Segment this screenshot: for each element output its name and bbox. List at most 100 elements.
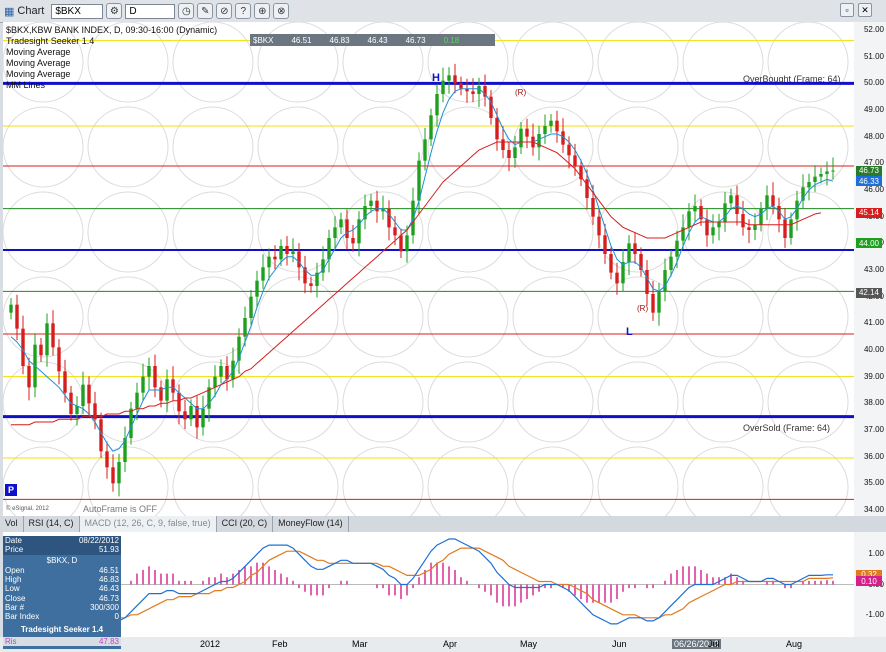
zoom-icon[interactable]: ⊕ — [254, 3, 271, 19]
copyright-label: © eSignal, 2012 — [6, 506, 49, 512]
candle-body — [591, 198, 595, 217]
candle-body — [261, 267, 265, 281]
candle-body — [495, 118, 499, 140]
close-icon[interactable]: ✕ — [858, 3, 872, 17]
time-axis-tick: Jun — [612, 639, 627, 649]
oversold-label: OverSold (Frame: 64) — [743, 423, 831, 433]
draw-pencil-icon[interactable]: ✎ — [197, 3, 214, 19]
reversal-marker-1: (R) — [515, 88, 527, 97]
tab-cci[interactable]: CCI (20, C) — [217, 516, 274, 532]
interval-value: D — [129, 5, 137, 17]
minimize-icon[interactable]: ▫ — [840, 3, 854, 17]
price-badge: 44.00 — [856, 238, 882, 249]
background-circle — [682, 446, 764, 516]
candle-body — [75, 406, 79, 414]
data-window: Date 08/22/2012 Price 51.93 $BKX, D Open 46… — [3, 536, 121, 649]
databox-row-ris: Ris 47.83 — [3, 636, 121, 647]
legend-symbol: $BKX,KBW BANK INDEX, D, 09:30-16:00 (Dyn… — [6, 25, 218, 35]
candle-body — [81, 384, 85, 406]
candle-body — [57, 347, 61, 372]
candle-body — [783, 219, 787, 238]
candle-body — [285, 246, 289, 254]
candle-body — [87, 384, 91, 404]
clock-icon[interactable]: ◷ — [178, 3, 195, 19]
candle-body — [807, 182, 811, 188]
databox-label: Close — [5, 593, 26, 603]
candle-body — [543, 126, 547, 134]
candle-body — [45, 323, 49, 356]
databox-value: 47.83 — [98, 636, 119, 646]
background-circle — [767, 446, 849, 516]
candle-body — [267, 256, 271, 268]
candle-body — [729, 195, 733, 204]
window-title-text: Chart — [17, 5, 45, 17]
candle-body — [789, 219, 793, 238]
candle-body — [771, 195, 775, 206]
background-circle — [3, 191, 84, 273]
price-chart-panel[interactable]: $BKX,KBW BANK INDEX, D, 09:30-16:00 (Dyn… — [3, 22, 854, 516]
price-axis-tick: 37.00 — [863, 425, 884, 434]
interval-select[interactable]: D — [125, 3, 176, 19]
candle-body — [219, 366, 223, 377]
databox-value: 46.73 — [98, 593, 119, 603]
databox-value: 51.93 — [98, 545, 119, 555]
candle-body — [231, 360, 235, 380]
background-circle — [342, 446, 424, 516]
chart-legend: $BKX,KBW BANK INDEX, D, 09:30-16:00 (Dyn… — [6, 25, 217, 91]
candle-body — [669, 256, 673, 270]
macd-panel[interactable] — [3, 532, 854, 637]
candle-body — [147, 366, 151, 377]
background-circle — [87, 191, 169, 273]
databox-row-bar: Bar # 300/300 — [3, 603, 121, 612]
overbought-label: OverBought (Frame: 64) — [743, 74, 841, 84]
strip-low: 46.43 — [367, 35, 388, 45]
symbol-input[interactable]: $BKX — [51, 3, 104, 19]
background-circle — [87, 106, 169, 188]
candle-body — [723, 203, 727, 222]
candle-body — [39, 344, 43, 356]
candle-body — [741, 214, 745, 228]
cursor-tool-icon[interactable]: ⊗ — [273, 3, 290, 19]
tab-rsi[interactable]: RSI (14, C) — [24, 516, 80, 532]
time-axis[interactable]: 2012 Feb Mar Apr May Jun 06/26/2012 Jul Aug — [0, 637, 886, 652]
candle-body — [549, 120, 553, 126]
databox-label: Ris — [5, 636, 17, 646]
background-circle — [172, 446, 254, 516]
candle-body — [177, 392, 181, 412]
legend-seeker: Tradesight Seeker 1.4 — [6, 36, 95, 46]
candle-body — [693, 206, 697, 212]
price-axis-tick: 41.00 — [863, 318, 884, 328]
candle-body — [183, 411, 187, 420]
price-axis[interactable]: 52.0051.0050.0049.0048.0047.0046.0045.00… — [854, 22, 886, 516]
candle-body — [243, 318, 247, 337]
candle-body — [687, 211, 691, 228]
background-circle — [3, 276, 84, 358]
properties-icon[interactable]: ? — [235, 3, 252, 19]
databox-study: Tradesight Seeker 1.4 — [20, 624, 104, 634]
price-axis-tick: 40.00 — [863, 345, 884, 354]
symbol-link-icon[interactable]: ⚙ — [106, 3, 123, 19]
candle-body — [117, 462, 121, 484]
candle-body — [141, 376, 145, 393]
background-circle — [342, 276, 424, 358]
candle-body — [63, 371, 67, 393]
price-axis-tick: 51.00 — [863, 51, 884, 61]
price-badge: 46.33 — [856, 176, 882, 187]
tab-macd[interactable]: MACD (12, 26, C, 9, false, true) — [79, 516, 217, 532]
tab-vol[interactable]: Vol — [0, 516, 24, 532]
databox-value: 46.51 — [98, 565, 119, 575]
strip-change: 0.18 — [443, 35, 460, 45]
ohlc-strip: $BKX 46.51 46.83 46.43 46.73 0.18 — [250, 34, 495, 46]
background-circle — [172, 276, 254, 358]
background-circle — [682, 276, 764, 358]
background-circle — [172, 106, 254, 188]
price-axis-tick: 35.00 — [863, 478, 884, 488]
candle-body — [615, 272, 619, 284]
databox-row-low: Low 46.43 — [3, 584, 121, 593]
candle-body — [129, 408, 133, 438]
high-marker: H — [432, 72, 440, 84]
studies-icon[interactable]: ⊘ — [216, 3, 233, 19]
candle-body — [405, 235, 409, 252]
tab-moneyflow[interactable]: MoneyFlow (14) — [273, 516, 349, 532]
strip-open: 46.51 — [291, 35, 312, 45]
